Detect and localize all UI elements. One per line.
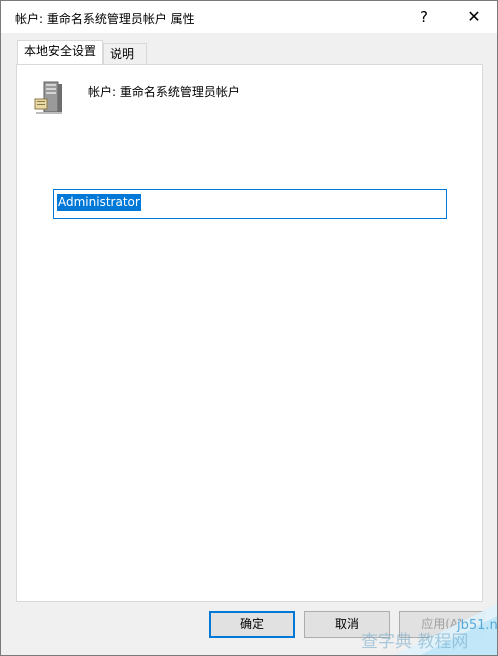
tab-local-security-setting[interactable]: 本地安全设置 [17,40,103,64]
apply-button[interactable]: 应用(A) [399,611,485,638]
tab-panel: 帐户: 重命名系统管理员帐户 Administrator [16,64,483,602]
cancel-button[interactable]: 取消 [304,611,390,638]
properties-dialog: 帐户: 重命名系统管理员帐户 属性 ? ✕ 本地安全设置 说明 帐户: 重命名系… [0,0,498,656]
server-icon [34,81,62,114]
help-button[interactable]: ? [401,1,447,33]
title-bar[interactable]: 帐户: 重命名系统管理员帐户 属性 ? ✕ [1,1,497,33]
policy-name-label: 帐户: 重命名系统管理员帐户 [88,85,240,99]
account-name-input[interactable]: Administrator [53,189,447,219]
ok-button[interactable]: 确定 [209,611,295,638]
tab-explain[interactable]: 说明 [103,43,147,64]
window-title: 帐户: 重命名系统管理员帐户 属性 [15,12,195,26]
close-button[interactable]: ✕ [451,1,497,33]
account-name-selected-text[interactable]: Administrator [57,194,141,211]
